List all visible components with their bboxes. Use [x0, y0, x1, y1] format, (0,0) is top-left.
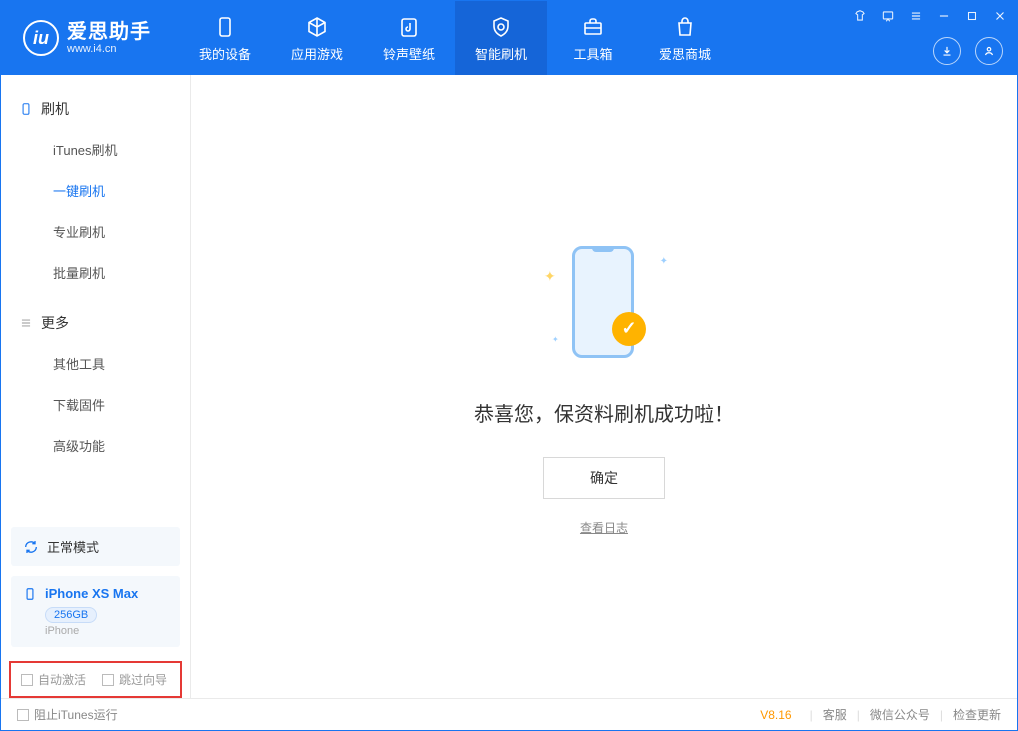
phone-outline-icon [19, 102, 33, 116]
shirt-icon[interactable] [851, 7, 869, 25]
music-icon [396, 14, 422, 40]
check-badge-icon: ✓ [612, 312, 646, 346]
tab-label: 智能刷机 [475, 44, 527, 63]
checkbox-icon [17, 709, 29, 721]
device-capacity-badge: 256GB [45, 607, 97, 623]
cube-icon [304, 14, 330, 40]
app-logo: iu 爱思助手 www.i4.cn [1, 1, 169, 75]
tab-label: 爱思商城 [659, 44, 711, 63]
tab-label: 工具箱 [573, 44, 612, 63]
maximize-icon[interactable] [963, 7, 981, 25]
version-label: V8.16 [760, 708, 791, 722]
tab-aisi-store[interactable]: 爱思商城 [639, 1, 731, 75]
sparkle-icon: ✦ [544, 268, 556, 285]
phone-icon [212, 14, 238, 40]
tab-ringtones-wallpapers[interactable]: 铃声壁纸 [363, 1, 455, 75]
device-mode-row[interactable]: 正常模式 [11, 527, 180, 566]
minimize-icon[interactable] [935, 7, 953, 25]
ok-button[interactable]: 确定 [543, 457, 665, 499]
feedback-icon[interactable] [879, 7, 897, 25]
group-label: 更多 [41, 313, 69, 333]
checkbox-stop-itunes[interactable]: 阻止iTunes运行 [17, 706, 118, 723]
menu-icon[interactable] [907, 7, 925, 25]
flash-options-highlighted: 自动激活 跳过向导 [9, 661, 182, 698]
device-info-row[interactable]: iPhone XS Max 256GB iPhone [11, 576, 180, 647]
checkbox-skip-guide[interactable]: 跳过向导 [102, 671, 167, 688]
footer-right: V8.16 | 客服 | 微信公众号 | 检查更新 [760, 706, 1001, 723]
bag-icon [672, 14, 698, 40]
check-update-link[interactable]: 检查更新 [953, 706, 1001, 723]
checkbox-label: 跳过向导 [119, 671, 167, 688]
list-icon [19, 316, 33, 330]
sidebar: 刷机 iTunes刷机 一键刷机 专业刷机 批量刷机 更多 其他工具 下载固件 … [1, 75, 191, 698]
checkbox-auto-activate[interactable]: 自动激活 [21, 671, 86, 688]
refresh-shield-icon [488, 14, 514, 40]
download-button[interactable] [933, 37, 961, 65]
sync-icon [23, 539, 39, 555]
tab-label: 铃声壁纸 [383, 44, 435, 63]
titlebar: iu 爱思助手 www.i4.cn 我的设备 应用游戏 铃声壁纸 智能刷机 [1, 1, 1017, 75]
sidebar-group-flash: 刷机 [1, 89, 190, 129]
device-type: iPhone [45, 625, 168, 637]
sidebar-item-download-firmware[interactable]: 下载固件 [1, 384, 190, 425]
logo-icon: iu [23, 20, 59, 56]
checkbox-label: 自动激活 [38, 671, 86, 688]
support-link[interactable]: 客服 [823, 706, 847, 723]
body: 刷机 iTunes刷机 一键刷机 专业刷机 批量刷机 更多 其他工具 下载固件 … [1, 75, 1017, 698]
app-window: iu 爱思助手 www.i4.cn 我的设备 应用游戏 铃声壁纸 智能刷机 [0, 0, 1018, 731]
separator: | [857, 708, 860, 722]
tab-smart-flash[interactable]: 智能刷机 [455, 1, 547, 75]
close-icon[interactable] [991, 7, 1009, 25]
separator: | [810, 708, 813, 722]
logo-text: 爱思助手 www.i4.cn [67, 21, 151, 55]
sidebar-item-oneclick-flash[interactable]: 一键刷机 [1, 170, 190, 211]
success-message: 恭喜您，保资料刷机成功啦！ [474, 398, 734, 427]
sidebar-item-itunes-flash[interactable]: iTunes刷机 [1, 129, 190, 170]
briefcase-icon [580, 14, 606, 40]
device-name-row: iPhone XS Max [23, 586, 168, 601]
header-actions [933, 37, 1003, 65]
wechat-link[interactable]: 微信公众号 [870, 706, 930, 723]
app-url: www.i4.cn [67, 43, 151, 55]
mode-label: 正常模式 [47, 537, 99, 556]
tab-my-device[interactable]: 我的设备 [179, 1, 271, 75]
tab-toolbox[interactable]: 工具箱 [547, 1, 639, 75]
sparkle-icon: ✦ [660, 256, 668, 267]
phone-notch-icon [592, 246, 614, 252]
checkbox-icon [102, 674, 114, 686]
success-illustration: ✦ ✦ ✦ ✓ [534, 238, 674, 378]
checkbox-icon [21, 674, 33, 686]
sidebar-group-more: 更多 [1, 303, 190, 343]
tab-label: 我的设备 [199, 44, 251, 63]
main-tabs: 我的设备 应用游戏 铃声壁纸 智能刷机 工具箱 爱思商城 [179, 1, 731, 75]
sidebar-item-batch-flash[interactable]: 批量刷机 [1, 252, 190, 293]
sparkle-icon: ✦ [552, 335, 559, 344]
sidebar-item-advanced[interactable]: 高级功能 [1, 425, 190, 466]
tab-apps-games[interactable]: 应用游戏 [271, 1, 363, 75]
checkbox-label: 阻止iTunes运行 [34, 706, 118, 723]
device-icon [23, 587, 37, 601]
device-status-block: 正常模式 iPhone XS Max 256GB iPhone [11, 527, 180, 647]
statusbar: 阻止iTunes运行 V8.16 | 客服 | 微信公众号 | 检查更新 [1, 698, 1017, 730]
tab-label: 应用游戏 [291, 44, 343, 63]
sidebar-nav: 刷机 iTunes刷机 一键刷机 专业刷机 批量刷机 更多 其他工具 下载固件 … [1, 75, 190, 527]
separator: | [940, 708, 943, 722]
footer-left: 阻止iTunes运行 [17, 706, 760, 723]
sidebar-item-other-tools[interactable]: 其他工具 [1, 343, 190, 384]
sidebar-item-pro-flash[interactable]: 专业刷机 [1, 211, 190, 252]
device-name: iPhone XS Max [45, 586, 138, 601]
app-name: 爱思助手 [67, 21, 151, 43]
group-label: 刷机 [41, 99, 69, 119]
view-log-link[interactable]: 查看日志 [580, 519, 628, 536]
window-controls [851, 7, 1009, 25]
user-button[interactable] [975, 37, 1003, 65]
main-content: ✦ ✦ ✦ ✓ 恭喜您，保资料刷机成功啦！ 确定 查看日志 [191, 75, 1017, 698]
